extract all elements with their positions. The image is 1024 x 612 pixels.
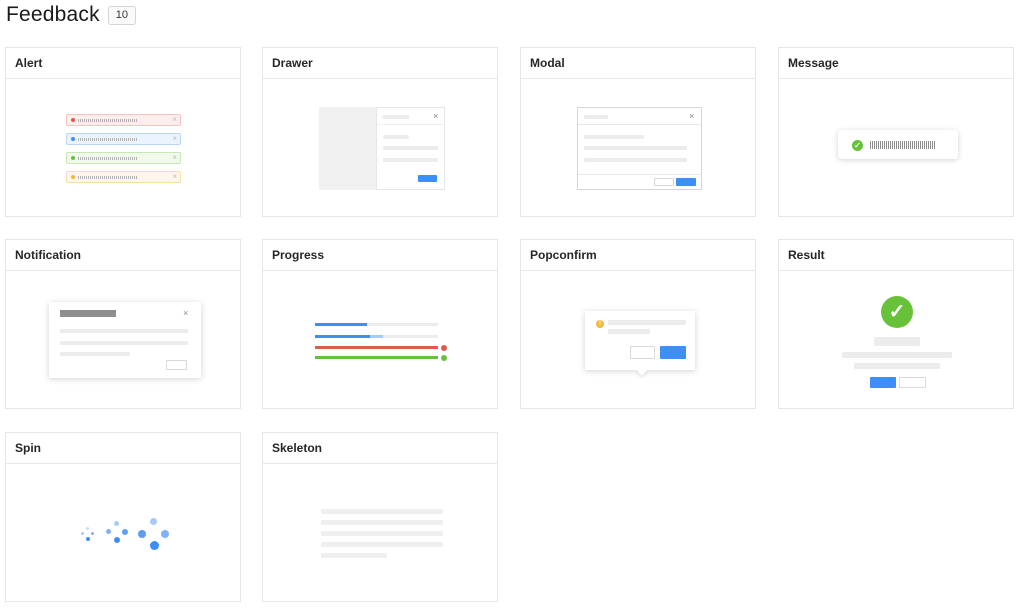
spin-preview bbox=[6, 464, 240, 601]
card-title: Notification bbox=[6, 240, 240, 271]
info-dot-icon bbox=[71, 137, 75, 141]
card-title: Popconfirm bbox=[521, 240, 755, 271]
spinner-icon-small bbox=[81, 527, 97, 543]
alert-info-row: × bbox=[66, 133, 181, 145]
card-title: Modal bbox=[521, 48, 755, 79]
card-spin[interactable]: Spin bbox=[5, 432, 241, 602]
card-popconfirm[interactable]: Popconfirm ! bbox=[520, 239, 756, 409]
progress-bar-2 bbox=[315, 335, 370, 338]
result-primary-button bbox=[870, 377, 896, 388]
close-icon: × bbox=[183, 308, 189, 318]
card-progress[interactable]: Progress bbox=[262, 239, 498, 409]
message-preview: ✓ bbox=[779, 79, 1013, 216]
close-icon: × bbox=[172, 172, 177, 181]
notification-box: × bbox=[49, 302, 201, 378]
card-title: Spin bbox=[6, 433, 240, 464]
card-drawer[interactable]: Drawer × bbox=[262, 47, 498, 217]
card-alert[interactable]: Alert × × × × bbox=[5, 47, 241, 217]
close-circle-icon bbox=[441, 345, 447, 351]
skeleton-preview bbox=[263, 464, 497, 601]
close-icon: × bbox=[172, 134, 177, 143]
modal-preview: × bbox=[521, 79, 755, 216]
card-title: Skeleton bbox=[263, 433, 497, 464]
cancel-button bbox=[630, 346, 655, 359]
card-notification[interactable]: Notification × bbox=[5, 239, 241, 409]
progress-bar-3 bbox=[315, 346, 438, 349]
page-header: Feedback 10 bbox=[6, 2, 136, 28]
card-modal[interactable]: Modal × bbox=[520, 47, 756, 217]
success-dot-icon bbox=[71, 156, 75, 160]
exclamation-circle-icon: ! bbox=[596, 320, 604, 328]
card-title: Drawer bbox=[263, 48, 497, 79]
drawer-panel: × bbox=[376, 107, 445, 190]
error-dot-icon bbox=[71, 118, 75, 122]
progress-bar-1 bbox=[315, 323, 367, 326]
close-icon: × bbox=[433, 111, 439, 121]
warning-dot-icon bbox=[71, 175, 75, 179]
card-result[interactable]: Result ✓ bbox=[778, 239, 1014, 409]
card-title: Message bbox=[779, 48, 1013, 79]
popconfirm-box: ! bbox=[585, 311, 695, 376]
card-message[interactable]: Message ✓ bbox=[778, 47, 1014, 217]
ok-button bbox=[660, 346, 686, 359]
check-circle-icon: ✓ bbox=[881, 296, 913, 328]
drawer-preview: × bbox=[263, 79, 497, 216]
card-title: Result bbox=[779, 240, 1013, 271]
close-icon: × bbox=[689, 111, 695, 121]
check-circle-icon bbox=[441, 355, 447, 361]
count-badge: 10 bbox=[107, 5, 136, 25]
progress-bar-4 bbox=[315, 356, 438, 359]
notification-button bbox=[166, 360, 187, 370]
card-title: Alert bbox=[6, 48, 240, 79]
alert-warning-row: × bbox=[66, 171, 181, 183]
message-box: ✓ bbox=[838, 130, 958, 159]
spinner-icon-large bbox=[138, 518, 172, 552]
alert-preview: × × × × bbox=[6, 79, 240, 216]
popconfirm-preview: ! bbox=[521, 271, 755, 408]
ok-button bbox=[676, 178, 696, 186]
result-default-button bbox=[899, 377, 926, 388]
check-circle-icon: ✓ bbox=[852, 140, 863, 151]
close-icon: × bbox=[172, 153, 177, 162]
alert-success-row: × bbox=[66, 152, 181, 164]
primary-button bbox=[418, 175, 437, 182]
page-title: Feedback bbox=[6, 3, 100, 26]
card-title: Progress bbox=[263, 240, 497, 271]
cancel-button bbox=[654, 178, 674, 186]
card-skeleton[interactable]: Skeleton bbox=[262, 432, 498, 602]
alert-error-row: × bbox=[66, 114, 181, 126]
progress-preview bbox=[263, 271, 497, 408]
result-preview: ✓ bbox=[779, 271, 1013, 408]
close-icon: × bbox=[172, 115, 177, 124]
modal-dialog: × bbox=[577, 107, 702, 190]
notification-preview: × bbox=[6, 271, 240, 408]
spinner-icon-medium bbox=[106, 521, 130, 545]
